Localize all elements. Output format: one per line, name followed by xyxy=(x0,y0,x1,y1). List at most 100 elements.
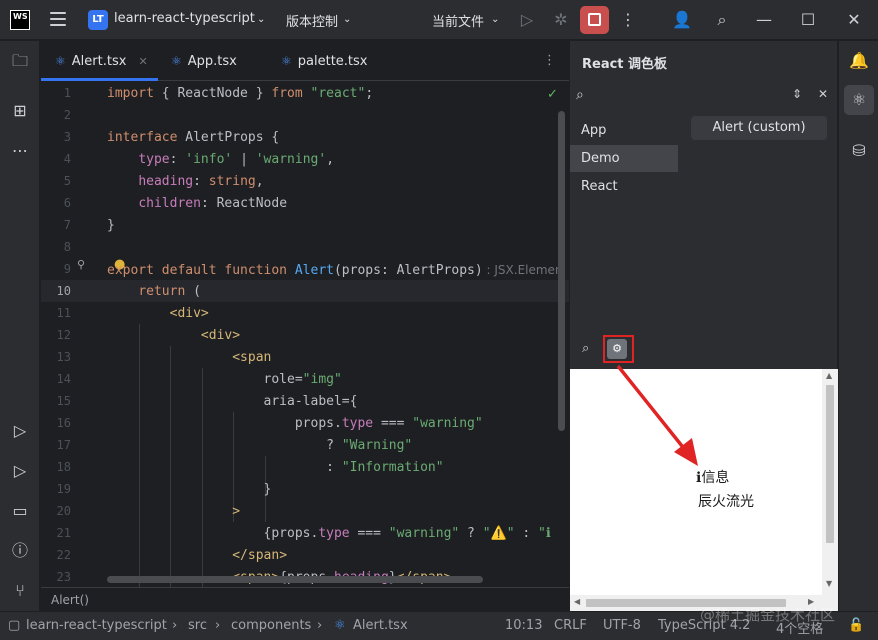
add-user-icon[interactable]: 👤 xyxy=(670,8,694,32)
line-number: 10 xyxy=(56,284,71,298)
services-icon[interactable]: ▷ xyxy=(8,419,32,443)
code-token: <div> xyxy=(169,306,209,321)
search-icon[interactable]: ⌕ xyxy=(576,87,584,103)
project-name[interactable]: learn-react-typescript xyxy=(114,11,255,26)
more-tools-icon[interactable]: ⋯ xyxy=(8,139,32,163)
code-token: : JSX.Element xyxy=(482,263,562,277)
code-token: , xyxy=(255,174,264,189)
palette-category-react[interactable]: React xyxy=(570,173,678,200)
collapse-all-icon[interactable]: ✕ xyxy=(818,87,828,101)
left-tool-strip: 🗀 ⊞ ⋯ ▷ ▷ ▭ ⓘ ⑂ xyxy=(0,41,40,611)
line-number: 5 xyxy=(63,174,71,188)
tabs-more-icon[interactable]: ⋮ xyxy=(543,41,556,81)
stop-button[interactable] xyxy=(580,6,609,34)
status-file[interactable]: Alert.tsx xyxy=(353,618,408,633)
code-token: ? xyxy=(459,526,483,541)
search-icon[interactable]: ⌕ xyxy=(710,8,734,32)
vcs-chevron-down-icon[interactable]: ⌄ xyxy=(343,14,351,25)
run-config-chevron-down-icon[interactable]: ⌄ xyxy=(491,14,499,25)
usages-icon[interactable]: ⚲ xyxy=(77,258,85,271)
line-number: 6 xyxy=(63,196,71,210)
preview-heading: ℹ信息 xyxy=(670,467,790,487)
tab-alert-tsx[interactable]: ⚛ Alert.tsx ✕ xyxy=(55,41,148,81)
tab-palette-tsx[interactable]: ⚛ palette.tsx xyxy=(281,41,367,81)
palette-component-alert[interactable]: Alert (custom) xyxy=(691,116,827,140)
status-path-components[interactable]: components xyxy=(231,618,311,633)
preview-vscroll-thumb[interactable] xyxy=(826,385,834,543)
code-token: "react" xyxy=(310,86,366,101)
inspect-icon[interactable]: ⌕ xyxy=(582,341,589,356)
status-path-src[interactable]: src xyxy=(188,618,207,633)
main-menu-icon[interactable] xyxy=(50,12,66,26)
line-number: 22 xyxy=(56,548,71,562)
line-number: 18 xyxy=(56,460,71,474)
project-folder-icon[interactable]: 🗀 xyxy=(8,49,32,73)
code-token: <div> xyxy=(200,328,241,343)
line-number: 2 xyxy=(63,108,71,122)
notifications-icon[interactable]: 🔔 xyxy=(847,49,871,73)
react-file-icon: ⚛ xyxy=(334,618,346,633)
run-config-selector[interactable]: 当前文件 xyxy=(432,11,484,30)
code-line: <div> xyxy=(107,325,240,347)
line-number: 12 xyxy=(56,328,71,342)
code-token: aria-label={ xyxy=(107,394,358,409)
run-icon[interactable]: ▷ xyxy=(515,8,539,32)
project-badge[interactable]: LT xyxy=(88,10,108,30)
no-problems-check-icon[interactable]: ✓ xyxy=(547,87,558,102)
code-token: === xyxy=(349,526,389,541)
code-token: "warning" xyxy=(412,416,483,431)
scroll-up-icon[interactable]: ▲ xyxy=(826,371,832,380)
minimize-icon[interactable]: — xyxy=(752,8,776,32)
line-number: 23 xyxy=(56,570,71,584)
preview-vertical-scrollbar[interactable]: ▲ ▼ xyxy=(822,369,838,611)
project-chevron-down-icon[interactable]: ⌄ xyxy=(257,14,265,25)
status-lock-icon[interactable]: 🔓 xyxy=(848,618,864,633)
expand-all-icon[interactable]: ⇕ xyxy=(792,87,802,101)
tab-label: palette.tsx xyxy=(297,54,368,69)
code-line: : "Information" xyxy=(107,457,443,479)
code-editor[interactable]: import { ReactNode } from "react"; interf… xyxy=(107,82,562,587)
maximize-icon[interactable]: ☐ xyxy=(796,8,820,32)
code-token: role= xyxy=(107,372,303,387)
code-line: import { ReactNode } from "react"; xyxy=(107,83,373,105)
settings-toggle-icon[interactable]: ⚙ xyxy=(607,339,627,359)
scroll-down-icon[interactable]: ▼ xyxy=(826,579,832,588)
terminal-icon[interactable]: ▭ xyxy=(8,499,32,523)
git-icon[interactable]: ⑂ xyxy=(8,579,32,603)
status-caret-position[interactable]: 10:13 xyxy=(505,618,542,633)
line-number: 14 xyxy=(56,372,71,386)
scroll-left-icon[interactable]: ◀ xyxy=(574,597,580,606)
problems-icon[interactable]: ⓘ xyxy=(8,539,32,563)
react-palette-icon[interactable]: ⚛ xyxy=(847,88,871,112)
code-token: } xyxy=(107,218,115,233)
code-token: : ReactNode xyxy=(200,196,288,211)
code-token: type xyxy=(138,152,170,167)
code-breadcrumb[interactable]: Alert() xyxy=(41,587,569,611)
close-icon[interactable]: ✕ xyxy=(842,8,866,32)
code-line: <span xyxy=(107,347,271,369)
palette-category-app[interactable]: App xyxy=(570,117,678,144)
more-actions-icon[interactable]: ⋮ xyxy=(616,8,640,32)
line-number: 7 xyxy=(63,218,71,232)
code-token: "⚠️" xyxy=(482,526,515,541)
code-token: ? xyxy=(107,438,342,453)
editor-horizontal-scrollbar[interactable] xyxy=(107,576,483,583)
code-line: heading: string, xyxy=(107,171,264,193)
structure-icon[interactable]: ⊞ xyxy=(8,99,32,123)
editor-vertical-scrollbar[interactable] xyxy=(558,111,565,431)
database-icon[interactable]: ⛁ xyxy=(847,139,871,163)
status-project[interactable]: learn-react-typescript xyxy=(26,618,167,633)
vcs-menu[interactable]: 版本控制 xyxy=(286,11,338,30)
tab-app-tsx[interactable]: ⚛ App.tsx xyxy=(171,41,237,81)
status-encoding[interactable]: UTF-8 xyxy=(603,618,641,633)
status-line-separator[interactable]: CRLF xyxy=(554,618,587,633)
palette-category-demo[interactable]: Demo xyxy=(570,145,678,172)
close-tab-icon[interactable]: ✕ xyxy=(139,55,148,68)
debug-icon[interactable]: ✲ xyxy=(549,8,573,32)
run-tool-icon[interactable]: ▷ xyxy=(8,459,32,483)
line-number: 15 xyxy=(56,394,71,408)
code-line: aria-label={ xyxy=(107,391,358,413)
